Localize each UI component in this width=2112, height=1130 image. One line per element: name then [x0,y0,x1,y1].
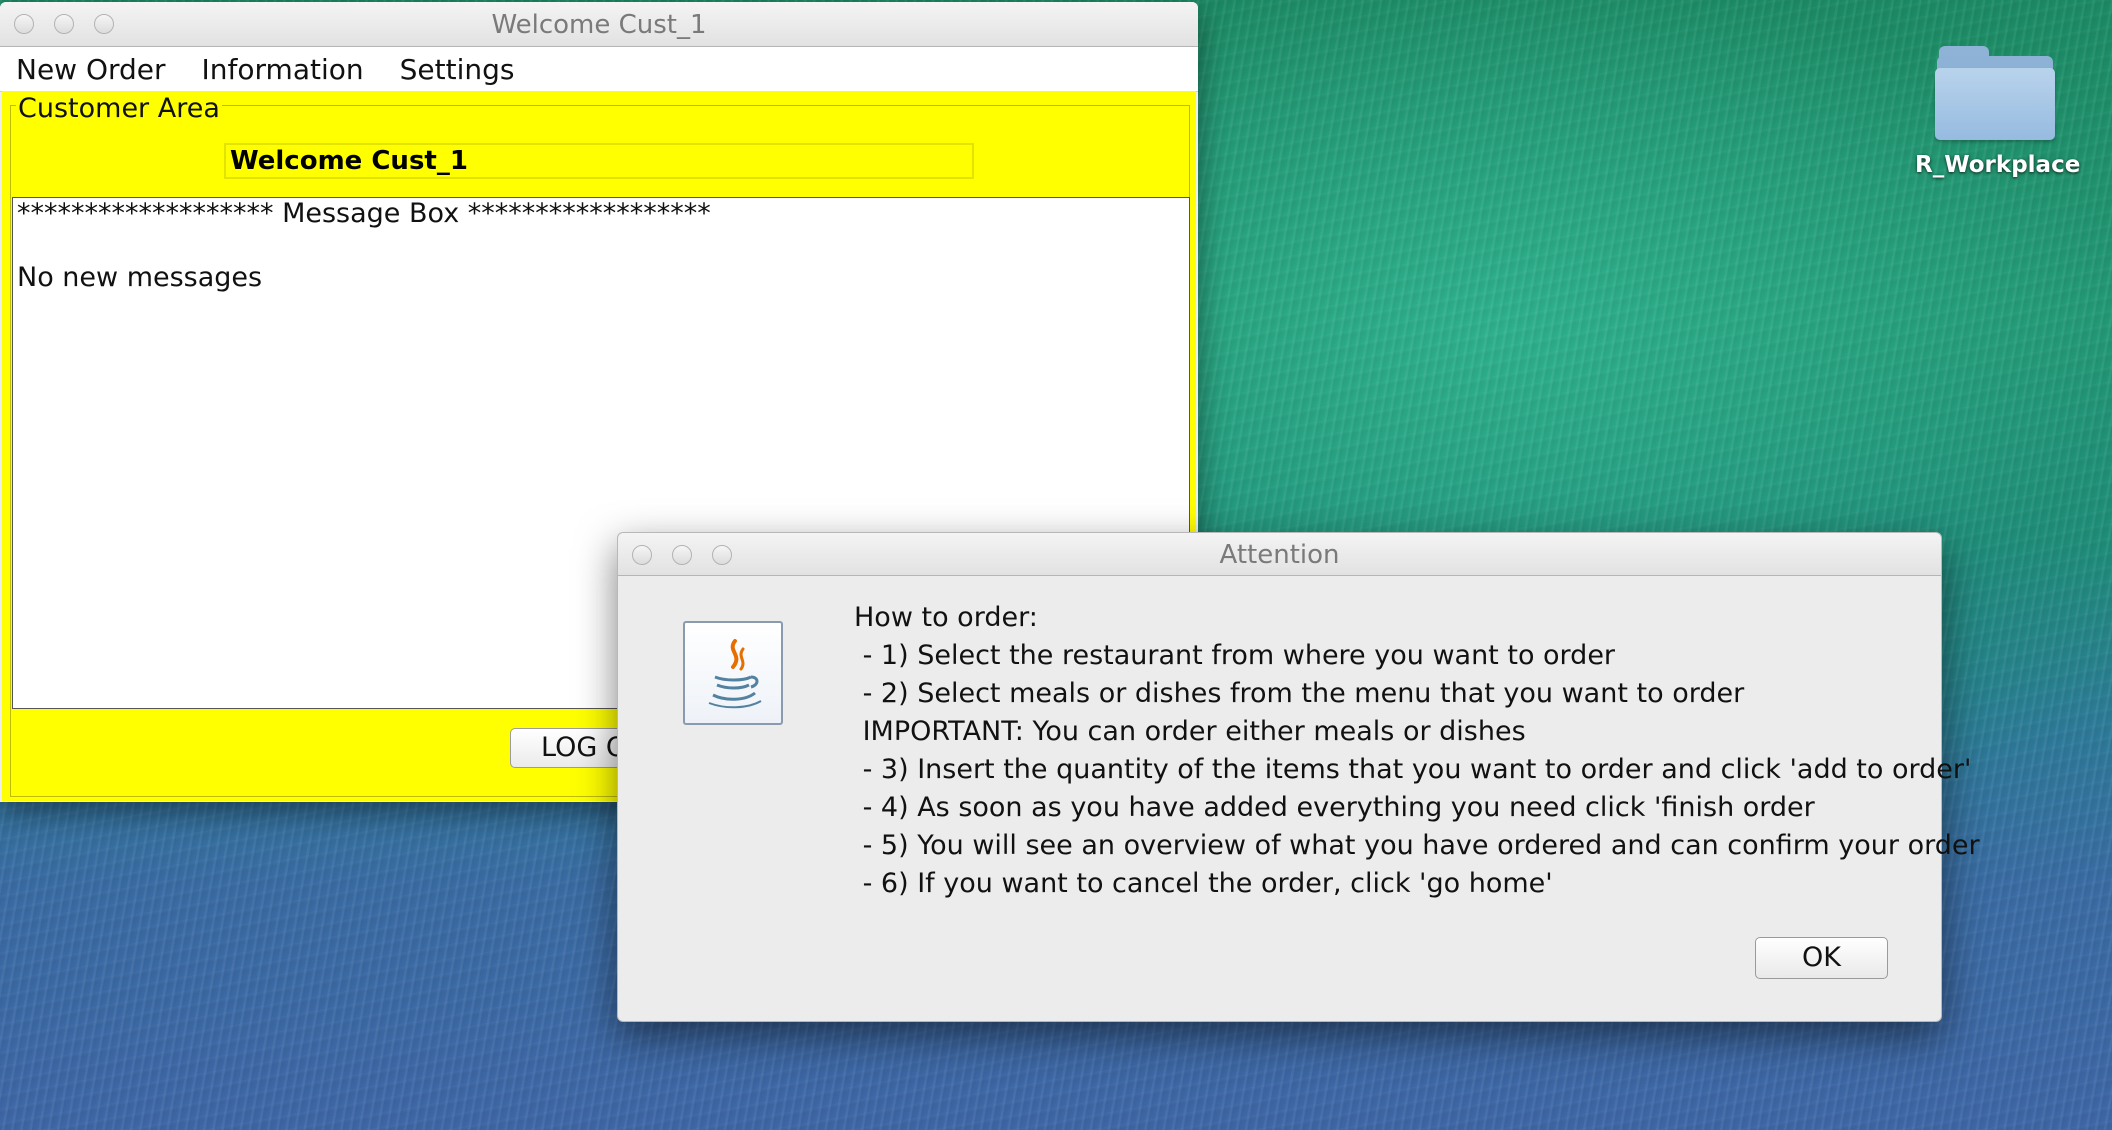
menu-settings[interactable]: Settings [400,53,515,86]
attention-dialog: Attention How to order: - 1) Select the … [617,532,1980,1022]
menu-information[interactable]: Information [202,53,364,86]
folder-label: R_Workplace [1915,152,2081,178]
folder-icon [1933,42,2057,142]
ok-button[interactable]: OK [1755,937,1888,979]
message-box-header: ******************* Message Box ********… [17,198,711,229]
main-window-titlebar[interactable]: Welcome Cust_1 [0,2,1198,47]
desktop-folder-r-workplace[interactable]: R_Workplace [1915,42,2081,178]
dialog-line: - 6) If you want to cancel the order, cl… [854,868,1553,899]
message-box-spacer [17,230,1185,262]
menu-bar: New Order Information Settings [0,47,1198,92]
dialog-line: - 2) Select meals or dishes from the men… [854,678,1745,709]
welcome-field[interactable]: Welcome Cust_1 [224,143,974,179]
dialog-line: - 5) You will see an overview of what yo… [854,830,1980,861]
window-title: Welcome Cust_1 [491,10,707,40]
java-icon [683,621,783,725]
message-text: No new messages [17,262,263,293]
dialog-title: Attention [1219,540,1340,570]
dialog-line: - 1) Select the restaurant from where yo… [854,640,1616,671]
dialog-line: IMPORTANT: You can order either meals or… [854,716,1526,747]
menu-new-order[interactable]: New Order [16,53,166,86]
dialog-line: How to order: [854,602,1038,633]
customer-area-title: Customer Area [16,93,222,124]
dialog-line: - 4) As soon as you have added everythin… [854,792,1815,823]
dialog-message: How to order: - 1) Select the restaurant… [854,599,1980,903]
dialog-titlebar[interactable]: Attention [618,533,1941,576]
dialog-line: - 3) Insert the quantity of the items th… [854,754,1972,785]
